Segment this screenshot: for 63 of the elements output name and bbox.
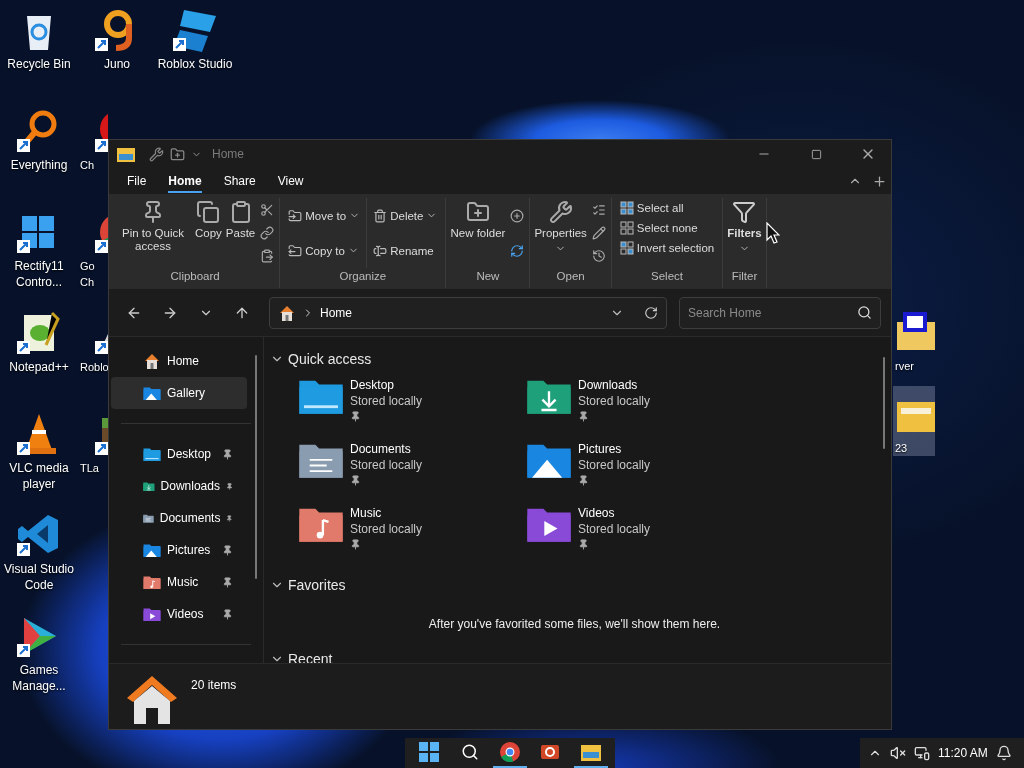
ribbon-tab[interactable]: Home [168, 169, 202, 193]
paste-button[interactable]: Paste [223, 198, 258, 268]
properties-button[interactable]: Properties [532, 198, 589, 268]
icon-label: Go Ch [79, 259, 95, 290]
section-header[interactable]: Quick access [270, 345, 879, 373]
sidebar-item[interactable]: Downloads [111, 470, 247, 502]
copy-button[interactable]: Copy [193, 198, 224, 268]
sidebar-item[interactable]: Music [111, 566, 247, 598]
pin-button[interactable]: Pin to Quick access [113, 198, 193, 268]
icon-label: Roblo [79, 360, 109, 375]
icon-label: Rectify11 Contro... [13, 258, 65, 290]
sidebar-item[interactable]: Pictures [111, 534, 247, 566]
select-option[interactable]: Select none [616, 218, 718, 238]
group-label: Clipboard [169, 269, 221, 284]
delete-button[interactable]: Delete [370, 205, 441, 226]
icon-label: Roblox Studio [157, 56, 233, 72]
group-label: Select [650, 269, 684, 284]
filters-button[interactable]: Filters [725, 198, 764, 268]
new-folder-button[interactable]: New folder [448, 198, 508, 268]
folder-tile[interactable]: Pictures Stored locally [526, 437, 754, 501]
folder-tile[interactable]: Desktop Stored locally [298, 373, 526, 437]
search-field[interactable]: Search Home [679, 296, 881, 329]
icon-label: 23 [894, 441, 908, 456]
rename-button[interactable]: Rename [370, 240, 441, 261]
icon-label: TLa [79, 461, 99, 476]
folder-tile[interactable]: Music Stored locally [298, 501, 526, 565]
copy-to-button[interactable]: Copy to [285, 240, 364, 261]
ribbon-tab[interactable]: File [127, 169, 147, 193]
window-title: Home [212, 147, 245, 161]
group-label: New [475, 269, 501, 284]
icon-label: VLC media player [8, 460, 70, 492]
folder-tile[interactable]: Documents Stored locally [298, 437, 526, 501]
address-path: Home [320, 305, 353, 320]
empty-message: After you've favorited some files, we'll show them here. [427, 617, 722, 631]
sidebar-item[interactable]: Videos [111, 598, 247, 630]
icon-label: Visual Studio Code [3, 561, 75, 593]
group-label: Open [555, 269, 586, 284]
address-bar[interactable]: Home [269, 296, 667, 329]
file-item[interactable]: 23 [893, 386, 935, 456]
group-label: Filter [730, 269, 759, 284]
move-to-button[interactable]: Move to [285, 205, 364, 226]
clock[interactable]: 11:20 AM [938, 746, 988, 760]
folder-tile[interactable]: Downloads Stored locally [526, 373, 754, 437]
group-label: Organize [338, 269, 388, 284]
item-count: 20 items [191, 678, 237, 692]
icon-label: Recycle Bin [6, 56, 72, 72]
sidebar-item[interactable]: Gallery [111, 377, 247, 409]
icon-label: rver [894, 359, 914, 374]
select-option[interactable]: Select all [616, 198, 718, 218]
sidebar-item[interactable]: Documents [111, 502, 247, 534]
icon-label: Ch [79, 158, 95, 173]
icon-label: Games Manage... [11, 662, 67, 694]
icon-label: Everything [9, 157, 69, 173]
ribbon-tab[interactable]: View [277, 169, 304, 193]
icon-label: Juno [103, 56, 131, 72]
select-option[interactable]: Invert selection [616, 238, 718, 258]
sidebar-item[interactable]: Desktop [111, 438, 247, 470]
ribbon-tab[interactable]: Share [223, 169, 256, 193]
sidebar-item[interactable]: Home [111, 345, 247, 377]
folder-tile[interactable]: Videos Stored locally [526, 501, 754, 565]
section-header[interactable]: Favorites [270, 571, 879, 599]
file-item[interactable]: rver [893, 304, 935, 374]
icon-label: Notepad++ [8, 359, 70, 375]
